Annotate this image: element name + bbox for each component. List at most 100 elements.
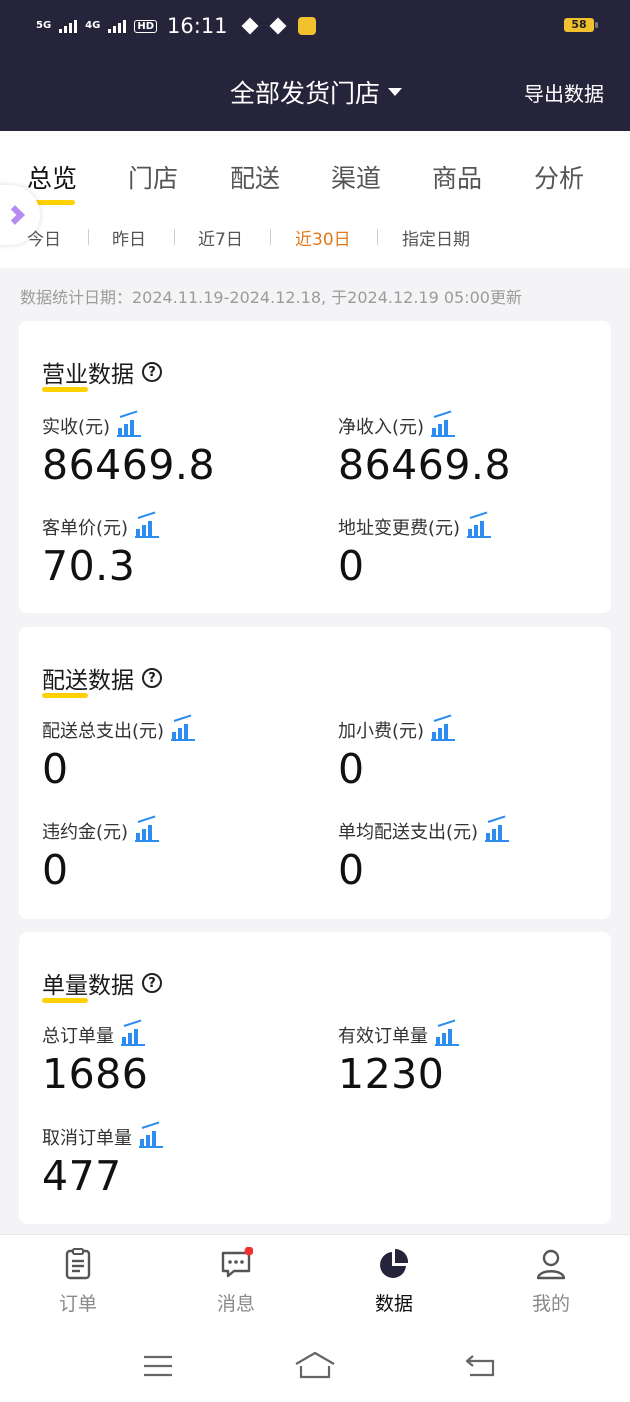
tab-analysis[interactable]: 分析 xyxy=(534,159,584,195)
bar-chart-icon[interactable] xyxy=(135,822,160,842)
delivery-data-card: 配送数据 ? 配送总支出(元) 0 加小费(元) 0 违约金(元) 0 单均配送… xyxy=(19,627,611,919)
metric-avg-order-value[interactable]: 客单价(元) 70.3 xyxy=(42,514,160,590)
metric-label: 配送总支出(元) xyxy=(42,721,165,742)
back-icon[interactable] xyxy=(464,1352,496,1382)
metric-tip-fee[interactable]: 加小费(元) 0 xyxy=(338,717,456,793)
app-header: 5G 4G HD 16:11 58 全部发货门店 导出数据 xyxy=(0,0,630,131)
metric-label: 客单价(元) xyxy=(42,518,129,539)
signal-icon-2 xyxy=(108,19,127,33)
store-selector[interactable]: 全部发货门店 xyxy=(230,74,403,110)
network-4g-label: 4G xyxy=(85,20,101,31)
battery-level: 58 xyxy=(571,18,587,31)
tab-delivery[interactable]: 配送 xyxy=(230,159,280,195)
date-filter-yesterday[interactable]: 昨日 xyxy=(112,225,146,250)
bar-chart-icon[interactable] xyxy=(171,721,196,741)
signal-icon xyxy=(59,19,78,33)
nav-messages[interactable]: 消息 xyxy=(196,1246,276,1316)
home-icon[interactable] xyxy=(294,1350,336,1384)
divider xyxy=(270,229,271,245)
metric-net-income[interactable]: 净收入(元) 86469.8 xyxy=(338,413,511,489)
metric-value: 1686 xyxy=(42,1050,149,1098)
tab-overview[interactable]: 总览 xyxy=(27,159,77,205)
metric-value: 477 xyxy=(42,1152,122,1200)
system-nav-bar xyxy=(0,1330,630,1402)
caret-down-icon xyxy=(388,88,403,96)
stat-date-text: 数据统计日期：2024.11.19-2024.12.18, 于2024.12.1… xyxy=(20,288,522,307)
metric-label: 加小费(元) xyxy=(338,721,425,742)
nav-label: 我的 xyxy=(531,1293,570,1315)
bar-chart-icon[interactable] xyxy=(467,518,492,538)
export-data-button[interactable]: 导出数据 xyxy=(524,78,604,107)
battery-icon: 58 xyxy=(564,18,598,32)
metric-label: 总订单量 xyxy=(42,1026,114,1047)
metric-value: 0 xyxy=(338,542,365,590)
status-bar: 5G 4G HD 16:11 58 xyxy=(0,0,630,52)
nav-data[interactable]: 数据 xyxy=(354,1247,434,1316)
app-notification-icon xyxy=(297,17,316,35)
bar-chart-icon[interactable] xyxy=(431,417,456,437)
metric-cancelled-orders[interactable]: 取消订单量 477 xyxy=(42,1124,163,1200)
metric-value: 0 xyxy=(338,846,365,894)
order-icon xyxy=(61,1247,95,1281)
bar-chart-icon[interactable] xyxy=(135,518,160,538)
metric-label: 地址变更费(元) xyxy=(338,518,461,539)
tab-channel[interactable]: 渠道 xyxy=(331,159,381,195)
metric-value: 0 xyxy=(42,846,69,894)
nav-label: 订单 xyxy=(58,1293,97,1315)
filter-panel: 总览 门店 配送 渠道 商品 分析 今日 昨日 近7日 近30日 指定日期 xyxy=(0,131,630,268)
date-filter-today[interactable]: 今日 xyxy=(27,225,61,250)
status-time: 16:11 xyxy=(167,14,228,38)
divider xyxy=(377,229,378,245)
notification-diamond-icon xyxy=(241,17,259,35)
metric-address-change-fee[interactable]: 地址变更费(元) 0 xyxy=(338,514,492,590)
nav-label: 数据 xyxy=(374,1293,413,1315)
tab-bar: 总览 门店 配送 渠道 商品 分析 xyxy=(0,159,630,205)
metric-total-orders[interactable]: 总订单量 1686 xyxy=(42,1022,148,1098)
metric-label: 净收入(元) xyxy=(338,417,425,438)
bar-chart-icon[interactable] xyxy=(431,721,456,741)
tab-goods[interactable]: 商品 xyxy=(432,159,482,195)
metric-value: 86469.8 xyxy=(338,441,512,489)
bar-chart-icon[interactable] xyxy=(485,822,510,842)
notification-diamond-icon-2 xyxy=(269,17,287,35)
card-title-highlight: 配送 xyxy=(42,668,88,694)
card-title-rest: 数据 xyxy=(88,362,134,388)
nav-orders[interactable]: 订单 xyxy=(38,1247,118,1316)
hd-icon: HD xyxy=(134,19,158,33)
menu-icon[interactable] xyxy=(142,1354,174,1382)
nav-label: 消息 xyxy=(216,1293,255,1315)
store-selector-label: 全部发货门店 xyxy=(230,79,381,108)
metric-value: 0 xyxy=(338,745,365,793)
order-volume-card: 单量数据 ? 总订单量 1686 有效订单量 1230 取消订单量 477 xyxy=(19,932,611,1224)
metric-value: 0 xyxy=(42,745,69,793)
metric-avg-delivery-expense[interactable]: 单均配送支出(元) 0 xyxy=(338,818,510,894)
date-filter-bar: 今日 昨日 近7日 近30日 指定日期 xyxy=(0,223,630,253)
bar-chart-icon[interactable] xyxy=(435,1026,459,1046)
metric-value: 86469.8 xyxy=(42,441,216,489)
message-icon xyxy=(219,1246,254,1281)
tab-store[interactable]: 门店 xyxy=(128,159,178,195)
metric-penalty[interactable]: 违约金(元) 0 xyxy=(42,818,160,894)
date-filter-custom[interactable]: 指定日期 xyxy=(402,225,470,250)
help-icon[interactable]: ? xyxy=(142,362,162,382)
nav-profile[interactable]: 我的 xyxy=(511,1247,591,1316)
metric-received[interactable]: 实收(元) 86469.8 xyxy=(42,413,215,489)
date-filter-30days[interactable]: 近30日 xyxy=(295,225,351,250)
card-title-rest: 数据 xyxy=(88,973,134,999)
card-title-rest: 数据 xyxy=(88,668,134,694)
metric-value: 70.3 xyxy=(42,542,136,590)
metric-valid-orders[interactable]: 有效订单量 1230 xyxy=(338,1022,459,1098)
bar-chart-icon[interactable] xyxy=(117,417,142,437)
bar-chart-icon[interactable] xyxy=(121,1026,145,1046)
metric-value: 1230 xyxy=(338,1050,445,1098)
metric-delivery-total-expense[interactable]: 配送总支出(元) 0 xyxy=(42,717,196,793)
help-icon[interactable]: ? xyxy=(142,668,162,688)
date-filter-7days[interactable]: 近7日 xyxy=(198,225,243,250)
bar-chart-icon[interactable] xyxy=(139,1128,163,1148)
card-title-highlight: 营业 xyxy=(42,362,88,388)
data-pie-icon xyxy=(377,1247,411,1281)
divider xyxy=(174,229,175,245)
help-icon[interactable]: ? xyxy=(142,973,162,993)
business-data-card: 营业数据 ? 实收(元) 86469.8 净收入(元) 86469.8 客单价(… xyxy=(19,321,611,613)
card-title: 单量数据 ? xyxy=(42,966,162,1000)
